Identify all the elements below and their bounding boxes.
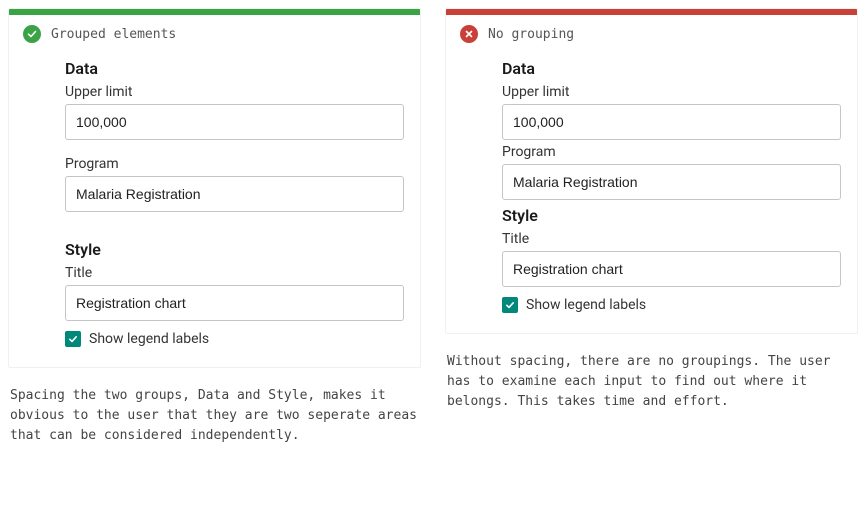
- data-section-title: Data: [65, 59, 404, 78]
- program-label: Program: [65, 156, 404, 172]
- bad-card: No grouping Data Upper limit Program Sty…: [445, 8, 858, 334]
- show-legend-label: Show legend labels: [89, 331, 209, 347]
- good-header-label: Grouped elements: [51, 27, 176, 42]
- good-card-body: Data Upper limit Program Style Title Sho…: [9, 51, 420, 367]
- title-input[interactable]: [65, 285, 404, 321]
- upper-limit-input[interactable]: [65, 104, 404, 140]
- program-label: Program: [502, 144, 841, 160]
- comparison-container: Grouped elements Data Upper limit Progra…: [8, 8, 858, 446]
- program-input[interactable]: [65, 176, 404, 212]
- checkbox-checked-icon: [65, 331, 81, 347]
- title-label: Title: [65, 265, 404, 281]
- show-legend-checkbox-row[interactable]: Show legend labels: [502, 297, 841, 313]
- x-icon: [460, 25, 478, 43]
- bad-card-header: No grouping: [446, 15, 857, 51]
- program-input[interactable]: [502, 164, 841, 200]
- bad-header-label: No grouping: [488, 27, 574, 42]
- title-input[interactable]: [502, 251, 841, 287]
- upper-limit-label: Upper limit: [65, 84, 404, 100]
- data-section-title: Data: [502, 59, 841, 78]
- checkbox-checked-icon: [502, 297, 518, 313]
- good-card: Grouped elements Data Upper limit Progra…: [8, 8, 421, 368]
- show-legend-checkbox-row[interactable]: Show legend labels: [65, 331, 404, 347]
- style-section-title: Style: [65, 240, 404, 259]
- show-legend-label: Show legend labels: [526, 297, 646, 313]
- style-section-title: Style: [502, 206, 841, 225]
- good-column: Grouped elements Data Upper limit Progra…: [8, 8, 421, 446]
- check-icon: [23, 25, 41, 43]
- bad-caption: Without spacing, there are no groupings.…: [445, 352, 858, 412]
- title-label: Title: [502, 231, 841, 247]
- bad-card-body: Data Upper limit Program Style Title Sho…: [446, 51, 857, 333]
- good-caption: Spacing the two groups, Data and Style, …: [8, 386, 421, 446]
- bad-column: No grouping Data Upper limit Program Sty…: [445, 8, 858, 446]
- upper-limit-input[interactable]: [502, 104, 841, 140]
- good-card-header: Grouped elements: [9, 15, 420, 51]
- upper-limit-label: Upper limit: [502, 84, 841, 100]
